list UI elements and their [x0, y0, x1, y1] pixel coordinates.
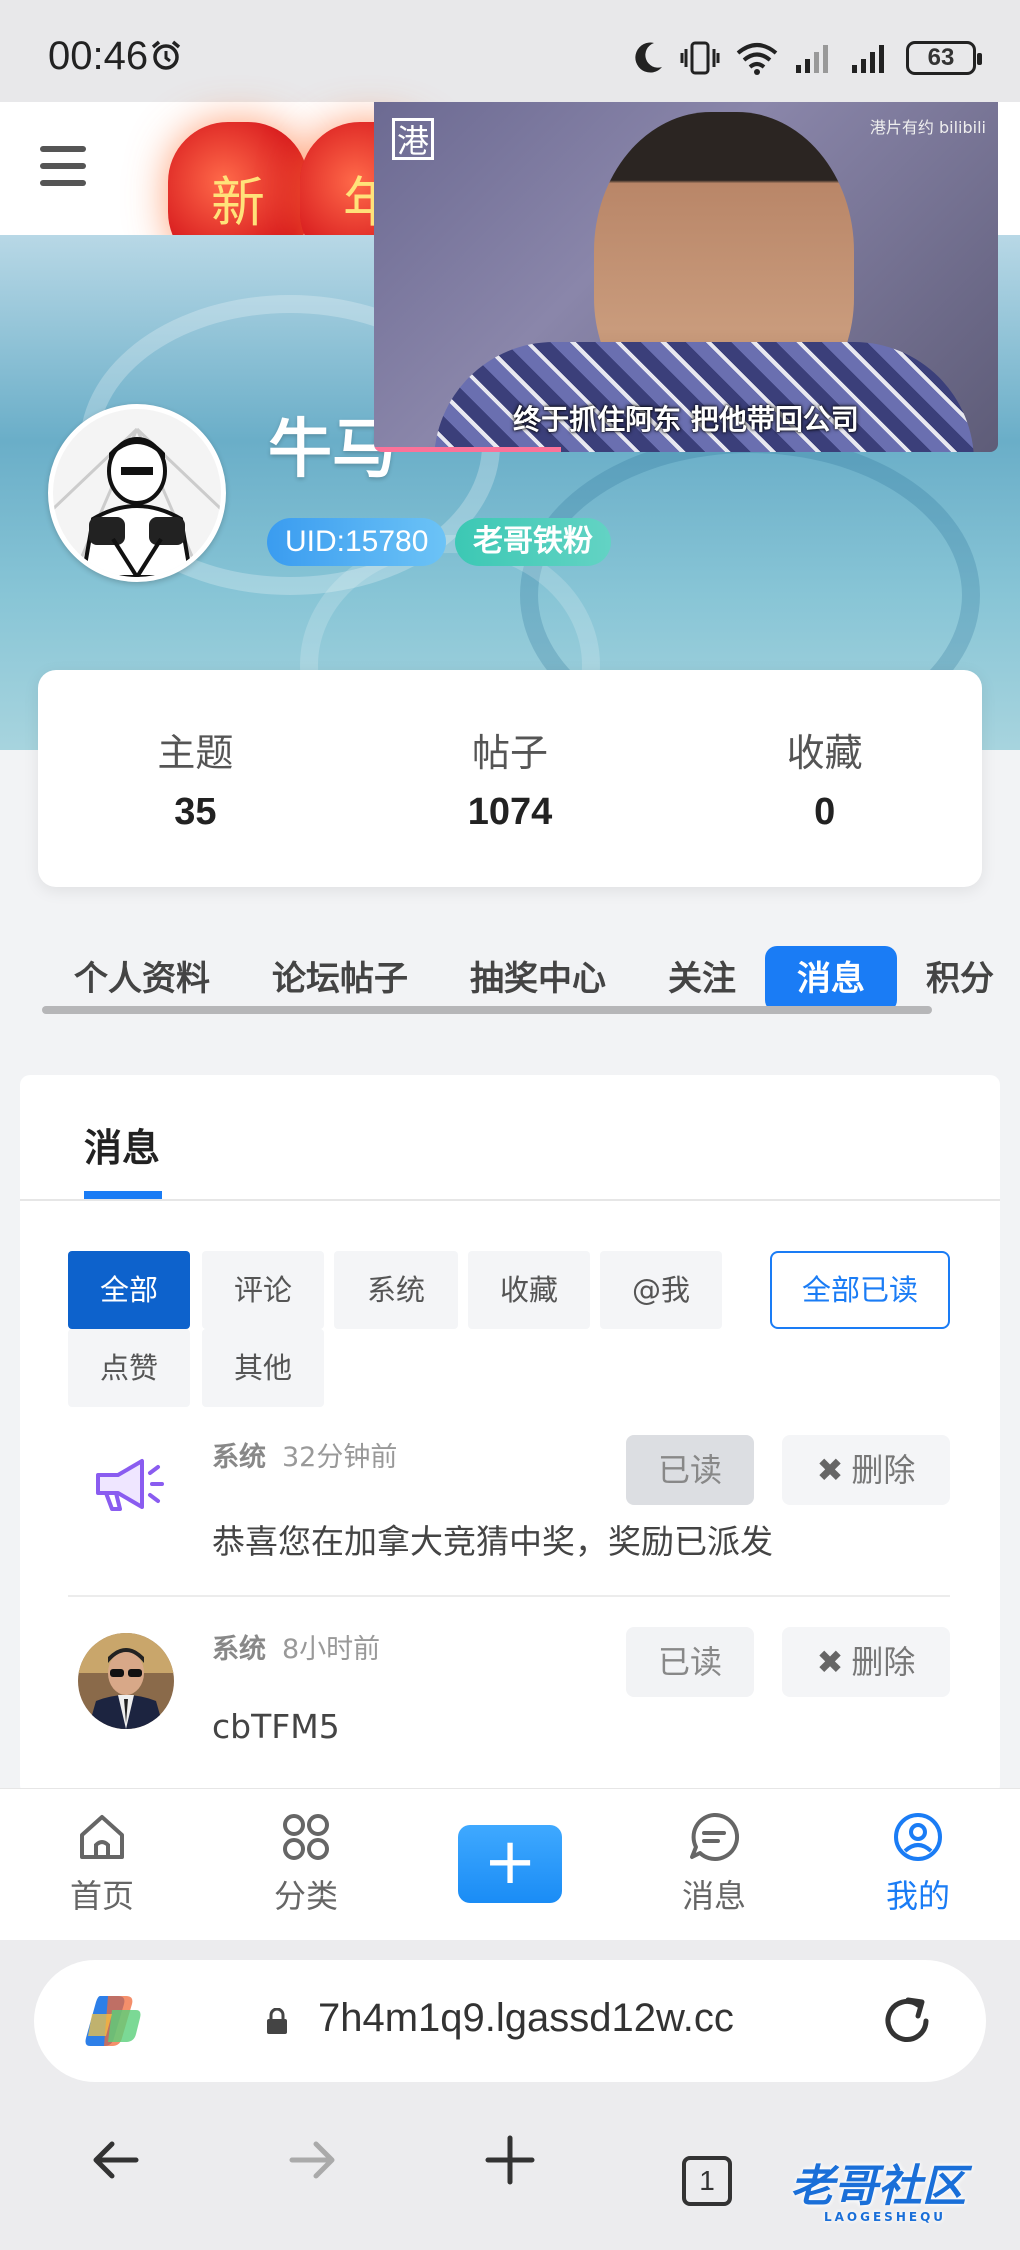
video-source: 港片有约 bilibili — [869, 118, 986, 137]
stat-value: 1074 — [467, 791, 553, 833]
vibrate-icon — [680, 41, 720, 75]
filter-system[interactable]: 系统 — [334, 1251, 458, 1329]
stat-topics[interactable]: 主题 35 — [38, 670, 353, 887]
filter-all[interactable]: 全部 — [68, 1251, 190, 1329]
app-bottom-nav: 首页 分类 + 消息 我的 — [0, 1788, 1020, 1940]
video-progress-bar — [374, 447, 562, 452]
message-time: 8小时前 — [282, 1634, 381, 1665]
tab-points[interactable]: 积分 — [904, 946, 1016, 1012]
url-text[interactable]: 7h4m1q9.lgassd12w.cc — [318, 1996, 734, 2041]
stat-value: 0 — [814, 791, 836, 833]
avatar[interactable] — [48, 404, 226, 582]
stats-card: 主题 35 帖子 1074 收藏 0 — [38, 670, 982, 887]
stat-favorites[interactable]: 收藏 0 — [667, 670, 982, 887]
tabs-scrollbar[interactable] — [42, 1006, 932, 1014]
avatar-image — [53, 409, 221, 577]
message-type: 系统 — [212, 1442, 266, 1473]
tab-profile[interactable]: 个人资料 — [52, 946, 232, 1012]
copilot-icon[interactable] — [82, 1990, 144, 2052]
new-tab-icon[interactable] — [480, 2130, 540, 2190]
stat-posts[interactable]: 帖子 1074 — [353, 670, 668, 887]
video-subtitle: 终于抓住阿东 把他带回公司 — [513, 403, 859, 436]
panel-title: 消息 — [84, 1126, 161, 1170]
message-text: 恭喜您在加拿大竞猜中奖，奖励已派发 — [212, 1522, 773, 1561]
lock-icon — [267, 2008, 287, 2034]
signal-icon-2 — [852, 45, 884, 73]
filter-mentions[interactable]: @我 — [600, 1251, 722, 1329]
tab-count-button[interactable]: 1 — [682, 2156, 732, 2206]
close-icon: ✖ — [816, 1643, 844, 1681]
mark-read-button[interactable]: 已读 — [626, 1435, 754, 1505]
nav-categories[interactable]: 分类 — [246, 1811, 366, 1917]
nav-label: 消息 — [681, 1877, 746, 1915]
nav-messages[interactable]: 消息 — [654, 1811, 774, 1917]
hamburger-menu-button[interactable] — [40, 146, 86, 186]
uid-badge: UID:15780 — [267, 518, 447, 566]
sender-avatar — [78, 1633, 174, 1729]
address-bar[interactable]: 7h4m1q9.lgassd12w.cc — [34, 1960, 986, 2082]
nav-mine[interactable]: 我的 — [858, 1811, 978, 1917]
user-icon — [894, 1813, 942, 1861]
delete-label: 删除 — [851, 1643, 916, 1681]
tab-messages[interactable]: 消息 — [765, 946, 897, 1012]
filter-other[interactable]: 其他 — [202, 1329, 324, 1407]
message-text: cbTFM5 — [212, 1707, 340, 1746]
megaphone-icon — [96, 1459, 164, 1511]
mark-read-button[interactable]: 已读 — [626, 1627, 754, 1697]
reload-icon[interactable] — [878, 1992, 936, 2050]
filter-likes[interactable]: 点赞 — [68, 1329, 190, 1407]
stat-label: 帖子 — [472, 731, 549, 775]
delete-button[interactable]: ✖ 删除 — [782, 1627, 950, 1697]
fan-level-badge: 老哥铁粉 — [455, 518, 611, 566]
nav-label: 首页 — [69, 1877, 134, 1915]
moon-icon — [635, 42, 662, 73]
video-pip-window[interactable]: 港 港片有约 bilibili 终于抓住阿东 把他带回公司 — [374, 102, 998, 452]
alarm-icon — [151, 40, 181, 70]
stat-value: 35 — [174, 791, 217, 833]
tab-forum-posts[interactable]: 论坛帖子 — [250, 946, 430, 1012]
message-meta: 系统 8小时前 — [212, 1627, 380, 1666]
nav-label: 分类 — [273, 1877, 338, 1915]
message-time: 32分钟前 — [282, 1442, 398, 1473]
nav-label: 我的 — [885, 1877, 950, 1915]
status-icons: 63 — [634, 36, 982, 80]
filter-comments[interactable]: 评论 — [202, 1251, 324, 1329]
delete-button[interactable]: ✖ 删除 — [782, 1435, 950, 1505]
stat-label: 收藏 — [786, 731, 863, 775]
status-time: 00:46 — [48, 34, 149, 78]
delete-label: 删除 — [851, 1451, 916, 1489]
back-icon[interactable] — [86, 2130, 146, 2190]
tab-lottery[interactable]: 抽奖中心 — [448, 946, 628, 1012]
site-watermark-logo: 老哥社区 LAOGESHEQU — [790, 2161, 966, 2224]
channel-logo: 港 — [392, 118, 434, 160]
grid-icon — [283, 1814, 329, 1860]
wifi-icon — [736, 43, 778, 75]
message-type: 系统 — [212, 1634, 266, 1665]
filter-favorites[interactable]: 收藏 — [468, 1251, 590, 1329]
status-bar: 00:46 63 — [0, 0, 1020, 102]
message-meta: 系统 32分钟前 — [212, 1435, 397, 1474]
signal-icon-1 — [796, 45, 828, 73]
messages-panel: 消息 全部 评论 系统 收藏 @我 点赞 其他 全部已读 系统 32分钟前 恭喜您… — [20, 1075, 1000, 1795]
forward-icon[interactable] — [282, 2130, 342, 2190]
home-icon — [80, 1815, 124, 1859]
battery-indicator: 63 — [906, 41, 982, 75]
tab-follow[interactable]: 关注 — [646, 946, 758, 1012]
stat-label: 主题 — [157, 731, 234, 775]
nav-home[interactable]: 首页 — [42, 1811, 162, 1917]
close-icon: ✖ — [816, 1451, 844, 1489]
add-post-button[interactable]: + — [458, 1825, 562, 1903]
mark-all-read-button[interactable]: 全部已读 — [770, 1251, 950, 1329]
chat-icon — [690, 1812, 740, 1861]
